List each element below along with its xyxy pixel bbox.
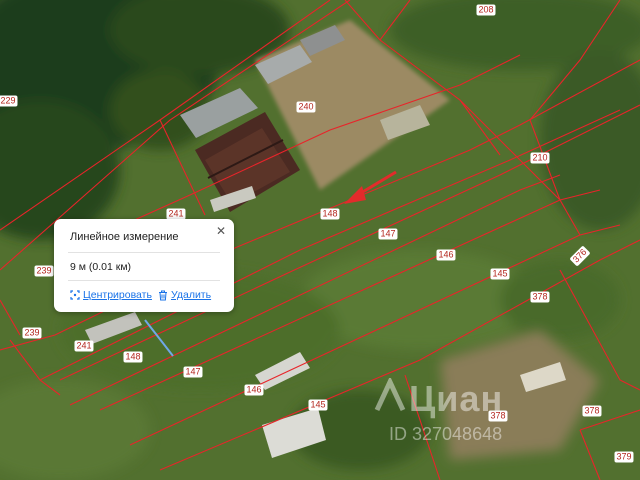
center-icon	[70, 290, 80, 300]
center-button[interactable]: Центрировать	[70, 289, 152, 301]
direction-arrow-icon	[344, 170, 397, 204]
measurement-value: 9 м (0.01 км)	[70, 261, 132, 273]
divider	[68, 252, 220, 253]
plot-label[interactable]: 147	[183, 366, 203, 378]
close-icon[interactable]: ✕	[216, 224, 226, 238]
delete-label: Удалить	[171, 289, 212, 301]
plot-label[interactable]: 378	[582, 405, 602, 417]
plot-label[interactable]: 147	[378, 228, 398, 240]
plot-label[interactable]: 240	[296, 101, 316, 113]
measurement-popup: Линейное измерение ✕ 9 м (0.01 км) Центр…	[54, 219, 234, 312]
watermark-id: ID 327048648	[389, 424, 503, 444]
plot-label[interactable]: 146	[244, 384, 264, 396]
trash-icon	[159, 290, 167, 300]
divider	[68, 280, 220, 281]
plot-label[interactable]: 239	[34, 265, 54, 277]
center-label: Центрировать	[83, 289, 152, 301]
plot-label[interactable]: 229	[0, 95, 18, 107]
satellite-map[interactable]: 208 229 240 210 241 148 147 146 145 239 …	[0, 0, 640, 480]
popup-title: Линейное измерение	[70, 231, 179, 243]
plot-label[interactable]: 239	[22, 327, 42, 339]
plot-label[interactable]: 241	[166, 208, 186, 220]
watermark-brand: Циан	[409, 378, 504, 419]
delete-button[interactable]: Удалить	[158, 289, 211, 301]
plot-label[interactable]: 208	[476, 4, 496, 16]
plot-label[interactable]: 379	[614, 451, 634, 463]
plot-label[interactable]: 241	[74, 340, 94, 352]
plot-label[interactable]: 146	[436, 249, 456, 261]
cian-logo-icon	[374, 378, 406, 412]
plot-label[interactable]: 145	[490, 268, 510, 280]
plot-label[interactable]: 210	[530, 152, 550, 164]
plot-label[interactable]: 148	[123, 351, 143, 363]
plot-label[interactable]: 148	[320, 208, 340, 220]
plot-label[interactable]: 378	[530, 291, 550, 303]
plot-label[interactable]: 145	[308, 399, 328, 411]
